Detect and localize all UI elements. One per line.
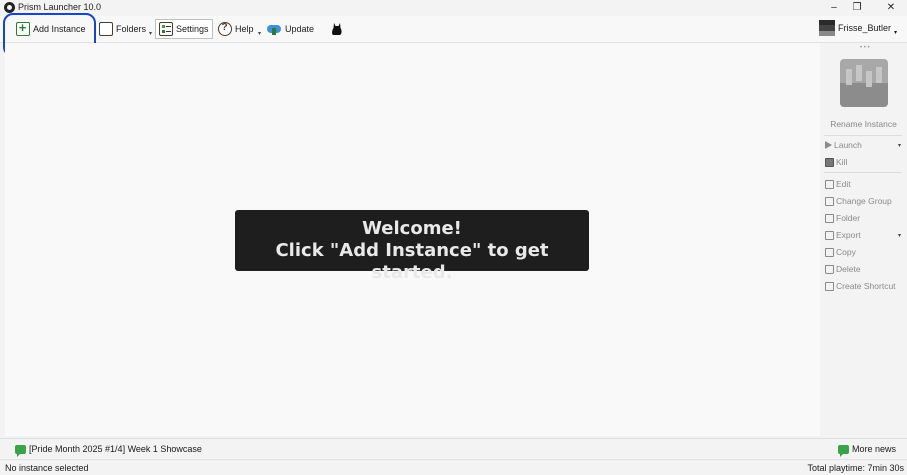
create-shortcut-label: Create Shortcut — [836, 281, 896, 291]
rename-instance-button[interactable]: Rename Instance — [820, 119, 907, 129]
window-title: Prism Launcher 10.0 — [18, 2, 102, 12]
news-icon — [15, 444, 26, 457]
launch-dropdown-icon[interactable]: ▾ — [898, 142, 901, 149]
edit-button[interactable]: Edit — [825, 179, 851, 189]
edit-label: Edit — [836, 179, 851, 189]
folder-label: Folder — [836, 213, 861, 223]
folders-dropdown-icon[interactable]: ▾ — [149, 30, 152, 37]
export-dropdown-icon[interactable]: ▾ — [898, 232, 901, 239]
instance-side-panel: • • • Rename Instance Launch ▾ Kill Edit… — [820, 43, 907, 436]
news-icon — [837, 444, 849, 457]
edit-icon — [825, 179, 834, 189]
account-button[interactable]: Frisse_Butler ▾ — [818, 20, 897, 36]
folder-icon — [99, 22, 113, 36]
trash-icon — [825, 264, 834, 274]
instance-icon[interactable] — [840, 59, 888, 107]
launch-button[interactable]: Launch — [825, 140, 862, 150]
divider — [824, 172, 902, 173]
settings-label: Settings — [176, 24, 209, 34]
help-icon — [218, 22, 232, 36]
folder-button[interactable]: Folder — [825, 213, 860, 223]
kill-label: Kill — [836, 157, 848, 167]
more-news-button[interactable]: More news — [837, 444, 896, 457]
change-group-label: Change Group — [836, 196, 892, 206]
change-group-button[interactable]: Change Group — [825, 196, 892, 206]
settings-button[interactable]: Settings — [155, 19, 213, 39]
selection-status: No instance selected — [5, 463, 89, 473]
close-button[interactable]: ✕ — [876, 0, 906, 16]
main-toolbar: Add Instance Folders ▾ Settings Help ▾ U… — [0, 16, 907, 43]
settings-icon — [159, 22, 173, 36]
help-dropdown-icon[interactable]: ▾ — [258, 30, 261, 37]
status-bar: No instance selected Total playtime: 7mi… — [0, 459, 907, 475]
avatar — [818, 20, 835, 36]
prism-logo-icon — [4, 2, 15, 13]
launch-label: Launch — [834, 140, 862, 150]
update-label: Update — [285, 24, 315, 34]
cat-button[interactable] — [331, 19, 343, 39]
playtime-status: Total playtime: 7min 30s — [807, 463, 904, 473]
divider — [824, 135, 902, 136]
change-group-icon — [825, 196, 834, 206]
panel-grip-icon[interactable]: • • • — [860, 45, 870, 51]
create-shortcut-button[interactable]: Create Shortcut — [825, 281, 896, 291]
export-label: Export — [836, 230, 861, 240]
title-bar: Prism Launcher 10.0 – ❐ ✕ — [0, 0, 907, 16]
help-label: Help — [235, 24, 254, 34]
welcome-instruction: Click "Add Instance" to get started. — [275, 240, 549, 283]
folders-button[interactable]: Folders — [99, 19, 146, 39]
more-news-label: More news — [851, 444, 896, 454]
delete-label: Delete — [836, 264, 861, 274]
kill-button[interactable]: Kill — [825, 157, 847, 167]
cat-icon — [332, 23, 342, 35]
export-icon — [825, 230, 834, 240]
export-button[interactable]: Export — [825, 230, 861, 240]
copy-label: Copy — [836, 247, 856, 257]
folders-label: Folders — [116, 24, 147, 34]
cloud-update-icon — [266, 23, 282, 35]
news-headline-button[interactable]: [Pride Month 2025 #1/4] Week 1 Showcase — [15, 444, 202, 457]
welcome-heading: Welcome! — [362, 218, 462, 239]
account-dropdown-icon: ▾ — [893, 29, 897, 36]
news-bar: [Pride Month 2025 #1/4] Week 1 Showcase … — [0, 438, 907, 459]
account-name: Frisse_Butler — [837, 23, 891, 33]
copy-button[interactable]: Copy — [825, 247, 856, 257]
welcome-message: Welcome! Click "Add Instance" to get sta… — [235, 210, 589, 283]
delete-button[interactable]: Delete — [825, 264, 861, 274]
shortcut-icon — [825, 281, 834, 291]
folder-icon — [825, 213, 834, 223]
restore-button[interactable]: ❐ — [842, 0, 872, 16]
help-button[interactable]: Help — [218, 19, 254, 39]
play-icon — [825, 141, 832, 149]
copy-icon — [825, 247, 834, 257]
update-button[interactable]: Update — [266, 19, 314, 39]
news-headline: [Pride Month 2025 #1/4] Week 1 Showcase — [29, 444, 202, 454]
kill-icon — [825, 157, 834, 167]
